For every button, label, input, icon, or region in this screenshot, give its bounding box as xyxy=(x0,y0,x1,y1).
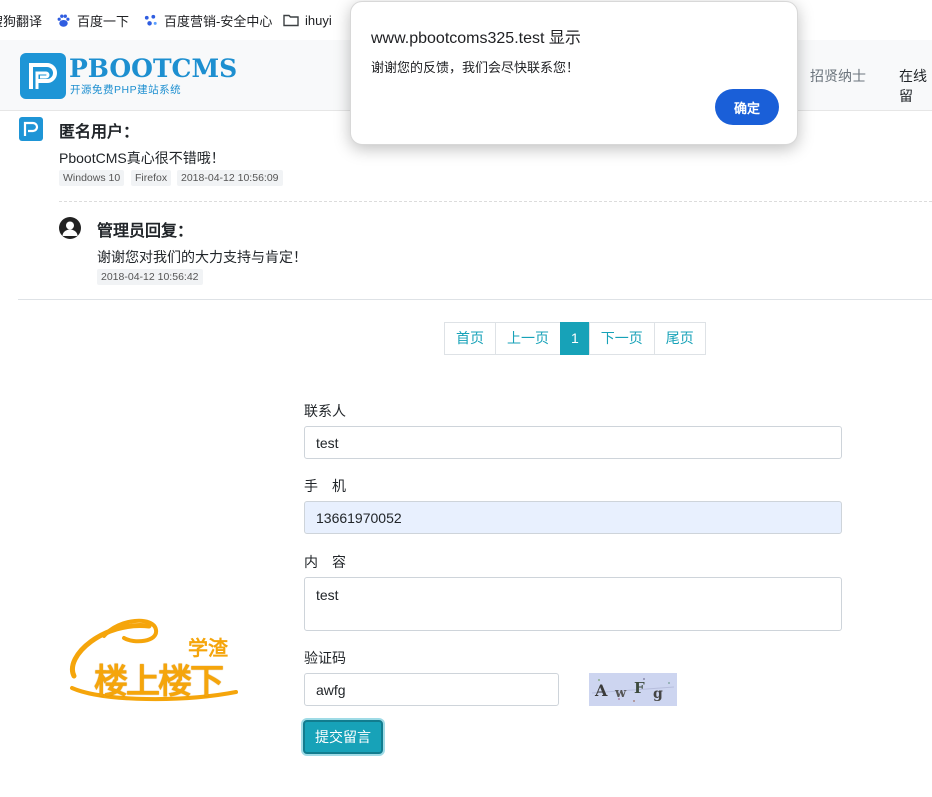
folder-icon xyxy=(283,12,299,28)
svg-text:w: w xyxy=(614,686,627,701)
mobile-label: 手 机 xyxy=(304,478,346,494)
nav-item-message[interactable]: 在线留 xyxy=(899,66,932,106)
watermark-logo: 学渣 楼上楼下 xyxy=(64,616,246,706)
bookmark-label: 搜狗翻译 xyxy=(0,13,43,29)
alert-dialog: www.pbootcoms325.test 显示 谢谢您的反馈，我们会尽快联系您… xyxy=(350,1,798,145)
comment-browser-tag: Firefox xyxy=(131,170,172,186)
nav-item-jobs[interactable]: 招贤纳士 xyxy=(810,66,866,86)
baidu-paw-icon xyxy=(55,12,71,28)
reply-user: 管理员回复： xyxy=(97,223,194,240)
watermark-text-main: 楼上楼下 xyxy=(94,663,224,701)
pagination: 首页 上一页 1 下一页 尾页 xyxy=(444,322,706,355)
baidu-marketing-icon xyxy=(142,12,158,28)
bookmark-sogou[interactable]: 搜狗翻译 xyxy=(0,11,42,29)
comment-user: 匿名用户： xyxy=(59,124,140,141)
content-textarea[interactable]: test xyxy=(304,577,842,631)
admin-avatar-icon xyxy=(59,217,81,239)
contact-field[interactable]: test xyxy=(304,426,842,459)
captcha-image[interactable]: A w F g xyxy=(589,673,677,706)
dialog-title: www.pbootcoms325.test 显示 xyxy=(371,30,581,47)
bookmark-label: 百度营销-安全中心 xyxy=(164,13,273,29)
svg-text:g: g xyxy=(653,686,663,702)
logo-text[interactable]: PBOOTCMS xyxy=(69,54,237,83)
logo-icon[interactable] xyxy=(20,53,66,99)
dialog-message: 谢谢您的反馈，我们会尽快联系您！ xyxy=(371,60,580,75)
contact-label: 联系人 xyxy=(304,403,346,419)
mobile-field[interactable]: 13661970052 xyxy=(304,501,842,534)
bookmark-label: 百度一下 xyxy=(77,13,130,29)
comment-os-tag: Windows 10 xyxy=(59,170,125,186)
comment-text: PbootCMS真心很不错哦！ xyxy=(59,150,225,166)
reply-text: 谢谢您对我们的大力支持与肯定！ xyxy=(97,249,307,265)
captcha-field[interactable]: awfg xyxy=(304,673,559,706)
svg-text:F: F xyxy=(634,679,645,697)
bookmark-ihuyi[interactable]: ihuyi xyxy=(283,11,332,29)
captcha-label: 验证码 xyxy=(304,650,346,666)
page-first-button[interactable]: 首页 xyxy=(444,322,496,355)
bookmark-label: ihuyi xyxy=(305,12,332,28)
divider xyxy=(59,201,932,202)
bookmark-baidu-marketing[interactable]: 百度营销-安全中心 xyxy=(142,11,272,29)
submit-button[interactable]: 提交留言 xyxy=(303,720,383,754)
dialog-ok-button[interactable]: 确定 xyxy=(715,89,779,125)
svg-text:A: A xyxy=(594,681,608,700)
page-last-button[interactable]: 尾页 xyxy=(653,322,706,355)
divider xyxy=(18,299,932,300)
bookmark-baidu[interactable]: 百度一下 xyxy=(55,11,129,29)
page-next-button[interactable]: 下一页 xyxy=(588,322,655,355)
content-label: 内 容 xyxy=(304,554,346,570)
reply-time-tag: 2018-04-12 10:56:42 xyxy=(97,269,203,285)
page-prev-button[interactable]: 上一页 xyxy=(495,322,561,355)
pboot-logo-icon xyxy=(19,117,43,141)
page-current-button[interactable]: 1 xyxy=(560,322,590,355)
comment-time-tag: 2018-04-12 10:56:09 xyxy=(177,170,283,186)
logo-subtitle: 开源免费PHP建站系统 xyxy=(70,84,182,96)
